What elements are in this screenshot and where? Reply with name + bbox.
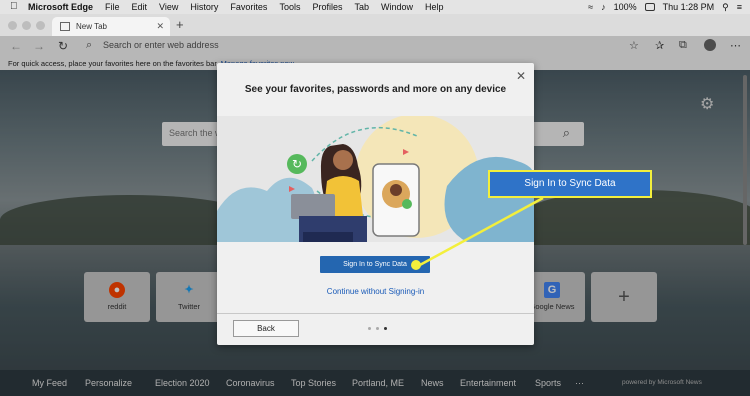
- menu-edit[interactable]: Edit: [132, 2, 148, 12]
- menu-window[interactable]: Window: [381, 2, 413, 12]
- wifi-icon[interactable]: ≈: [588, 2, 593, 12]
- sync-illustration-art: ↻: [217, 116, 534, 242]
- sign-in-sync-button[interactable]: Sign In to Sync Data: [320, 256, 430, 273]
- menu-favorites[interactable]: Favorites: [230, 2, 267, 12]
- browser-tab[interactable]: New Tab ✕: [52, 17, 170, 36]
- menu-profiles[interactable]: Profiles: [312, 2, 342, 12]
- page-dot-1: [368, 327, 371, 330]
- menu-tools[interactable]: Tools: [279, 2, 300, 12]
- menu-list-icon[interactable]: ≡: [737, 2, 742, 12]
- menu-file[interactable]: File: [105, 2, 120, 12]
- new-tab-button[interactable]: +: [176, 17, 184, 32]
- continue-without-signing-in-link[interactable]: Continue without Signing-in: [217, 287, 534, 296]
- zoom-window-icon[interactable]: [36, 21, 45, 30]
- search-icon[interactable]: ⚲: [722, 2, 729, 13]
- mac-menubar:  Microsoft Edge File Edit View History …: [0, 0, 750, 14]
- menu-view[interactable]: View: [159, 2, 178, 12]
- close-window-icon[interactable]: [8, 21, 17, 30]
- clock[interactable]: Thu 1:28 PM: [663, 2, 715, 12]
- close-icon[interactable]: ✕: [516, 69, 526, 83]
- callout-label: Sign In to Sync Data: [488, 170, 652, 198]
- tab-title: New Tab: [76, 22, 107, 31]
- tab-page-icon: [60, 22, 70, 31]
- volume-icon[interactable]: ♪: [601, 2, 606, 12]
- page-dot-2: [376, 327, 379, 330]
- dialog-title: See your favorites, passwords and more o…: [244, 84, 507, 95]
- apple-icon[interactable]: : [10, 2, 20, 12]
- minimize-window-icon[interactable]: [22, 21, 31, 30]
- close-tab-icon[interactable]: ✕: [156, 21, 164, 32]
- menubar-app-name[interactable]: Microsoft Edge: [28, 2, 93, 12]
- menu-history[interactable]: History: [190, 2, 218, 12]
- menu-help[interactable]: Help: [425, 2, 444, 12]
- dialog-divider: [217, 313, 534, 314]
- page-dot-active: [384, 327, 387, 330]
- battery-icon[interactable]: [644, 3, 655, 11]
- svg-text:↻: ↻: [292, 157, 302, 171]
- battery-percent: 100%: [613, 2, 637, 12]
- back-button[interactable]: Back: [233, 320, 299, 337]
- sync-illustration: ↻: [217, 116, 534, 242]
- menu-tab[interactable]: Tab: [354, 2, 369, 12]
